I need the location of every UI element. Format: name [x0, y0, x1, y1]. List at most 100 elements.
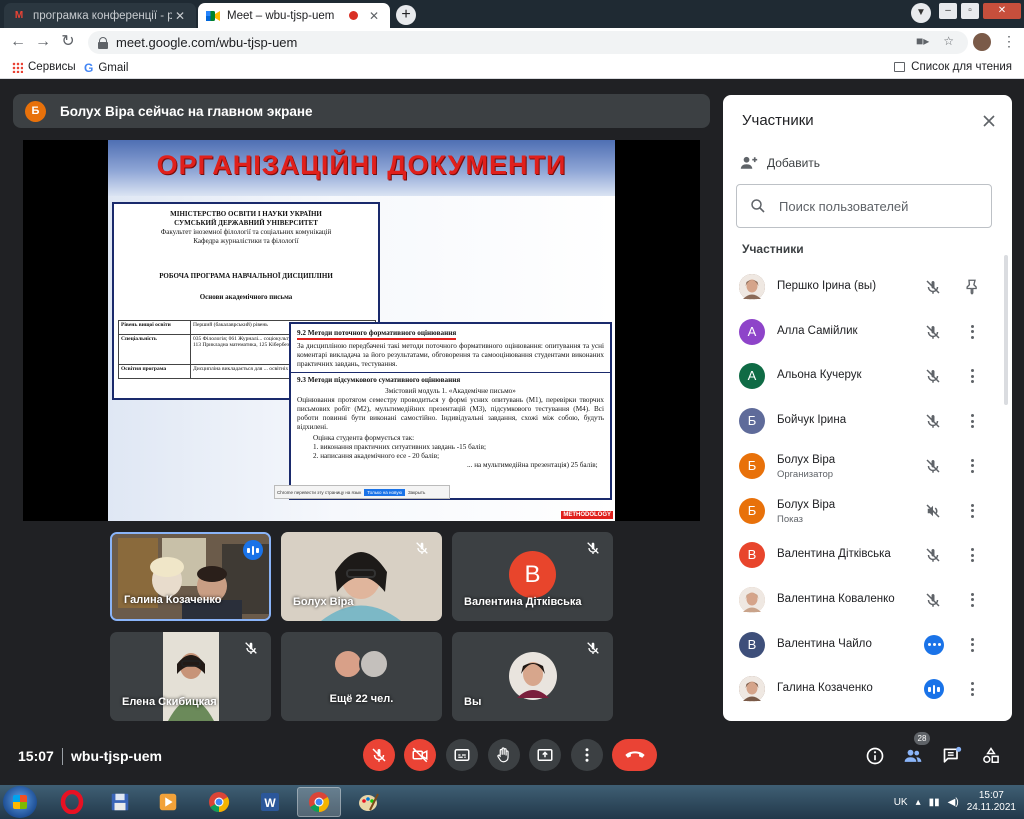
doc-ministry: МІНІСТЕРСТВО ОСВІТИ І НАУКИ УКРАЇНИ [170, 210, 322, 218]
participant-name: Болух Віра [777, 498, 836, 511]
more-options-button[interactable] [571, 739, 603, 771]
close-tab-icon[interactable]: ✕ [172, 9, 188, 23]
doc-heading: 9.2 Методи поточного формативного оцінюв… [297, 329, 457, 340]
participants-button[interactable] [902, 745, 924, 767]
mic-off-icon[interactable] [924, 457, 942, 475]
tab-gmail[interactable]: M програмка конференції - pershk ✕ [4, 3, 196, 28]
participant-tile[interactable]: Болух Віра [281, 532, 442, 621]
more-vert-icon[interactable] [966, 545, 978, 565]
profile-avatar[interactable] [973, 33, 991, 51]
more-vert-icon[interactable] [966, 501, 978, 521]
avatar [739, 274, 765, 300]
leave-call-button[interactable] [612, 739, 657, 771]
participant-row[interactable]: А Альона Кучерук [723, 354, 1012, 398]
forward-icon[interactable]: → [34, 33, 52, 51]
back-icon[interactable]: ← [9, 33, 27, 51]
tab-meet[interactable]: Meet – wbu-tjsp-uem ✕ [198, 3, 390, 28]
meeting-details-button[interactable] [864, 745, 886, 767]
minimize-button[interactable]: – [939, 3, 957, 19]
browser-menu-icon[interactable]: ⋮ [1002, 33, 1016, 50]
tile-name: Вы [464, 696, 482, 708]
activities-button[interactable] [980, 745, 1002, 767]
more-vert-icon[interactable] [966, 322, 978, 342]
reload-icon[interactable]: ↻ [59, 33, 77, 51]
presenting-banner: Б Болух Віра сейчас на главном экране [13, 94, 710, 128]
more-vert-icon [585, 748, 589, 762]
participant-role: Показ [777, 513, 804, 525]
more-vert-icon[interactable] [966, 679, 978, 699]
url-text: meet.google.com/wbu-tjsp-uem [116, 35, 298, 50]
start-button[interactable] [3, 786, 37, 818]
reading-list-button[interactable]: Список для чтения [894, 61, 1012, 73]
bookmark-apps[interactable]: Сервисы [12, 61, 76, 73]
address-bar[interactable]: meet.google.com/wbu-tjsp-uem ■▸ ☆ [88, 31, 968, 54]
mic-off-icon[interactable] [924, 546, 942, 564]
more-participants-tile[interactable]: Ещё 22 чел. [281, 632, 442, 721]
more-vert-icon[interactable] [966, 456, 978, 476]
camera-indicator-icon[interactable]: ■▸ [916, 34, 929, 48]
media-player-icon[interactable] [146, 787, 190, 817]
participant-row[interactable]: В Валентина Чайло [723, 623, 1012, 667]
gmail-icon: M [14, 10, 24, 21]
more-vert-icon[interactable] [966, 635, 978, 655]
mic-off-icon[interactable] [924, 412, 942, 430]
bookmark-gmail[interactable]: G Gmail [84, 61, 128, 75]
participant-tile[interactable]: В Валентина Дітківська [452, 532, 613, 621]
new-tab-button[interactable]: + [396, 5, 416, 25]
more-vert-icon[interactable] [966, 590, 978, 610]
close-icon[interactable] [979, 111, 999, 131]
mic-toggle-button[interactable] [363, 739, 395, 771]
participant-count-badge: 28 [914, 732, 930, 745]
chat-button[interactable] [941, 745, 963, 767]
more-vert-icon[interactable] [966, 411, 978, 431]
participant-row[interactable]: В Валентина Дітківська [723, 533, 1012, 577]
captions-button[interactable] [446, 739, 478, 771]
chevron-up-icon[interactable]: ▴ [916, 797, 921, 808]
mic-off-icon[interactable] [924, 367, 942, 385]
close-tab-icon[interactable]: ✕ [366, 9, 382, 23]
shared-screen: ОРГАНІЗАЦІЙНІ ДОКУМЕНТИ МІНІСТЕРСТВО ОСВ… [23, 140, 700, 521]
participant-tile[interactable]: Елена Скибицкая [110, 632, 271, 721]
raise-hand-button[interactable] [488, 739, 520, 771]
bookmarks-bar: Сервисы G Gmail Список для чтения [0, 57, 1024, 79]
maximize-button[interactable]: ▫ [961, 3, 979, 19]
mic-off-icon[interactable] [924, 323, 942, 341]
bookmark-label: Сервисы [28, 61, 76, 73]
chrome-active-icon[interactable] [297, 787, 341, 817]
participant-row[interactable]: Б Болух Віра Организатор [723, 444, 1012, 488]
participant-tile-self[interactable]: Вы [452, 632, 613, 721]
chrome-icon[interactable] [197, 787, 241, 817]
doc-paragraph: За дисципліною передбачені такі методи п… [297, 342, 604, 368]
present-now-button[interactable] [529, 739, 561, 771]
participant-row[interactable]: Б Болух Віра Показ [723, 489, 1012, 533]
participant-row[interactable]: Б Бойчук Ірина [723, 399, 1012, 443]
paint-icon[interactable] [346, 787, 390, 817]
more-vert-icon[interactable] [966, 366, 978, 386]
bookmark-star-icon[interactable]: ☆ [943, 34, 954, 48]
participant-tile[interactable]: Галина Козаченко [110, 532, 271, 621]
add-people-button[interactable]: Добавить [739, 154, 820, 172]
save-icon[interactable] [98, 787, 142, 817]
tile-name: Ещё 22 чел. [329, 693, 394, 705]
mic-off-icon[interactable] [924, 278, 942, 296]
network-icon[interactable]: ▮▮ [929, 797, 940, 808]
participant-row[interactable]: А Алла Самійлик [723, 310, 1012, 354]
pin-icon[interactable] [966, 277, 978, 297]
mic-off-icon[interactable] [924, 591, 942, 609]
word-icon[interactable]: W [248, 787, 292, 817]
volume-icon[interactable]: ◀) [948, 797, 959, 808]
camera-toggle-button[interactable] [404, 739, 436, 771]
language-indicator[interactable]: UK [894, 797, 908, 808]
search-input[interactable] [779, 198, 969, 214]
tab-search-icon[interactable]: ▼ [911, 3, 931, 23]
search-field[interactable] [736, 184, 992, 228]
close-window-button[interactable]: ✕ [983, 3, 1021, 19]
apps-grid-icon [12, 61, 23, 73]
opera-icon[interactable] [50, 787, 94, 817]
doc-line: 1. виконання практичних ситуативних завд… [313, 443, 487, 451]
participant-row[interactable]: Валентина Коваленко [723, 578, 1012, 622]
system-clock[interactable]: 15:07 24.11.2021 [967, 790, 1016, 814]
participant-row[interactable]: Галина Козаченко [723, 667, 1012, 711]
presentation-audio-off-icon[interactable] [924, 502, 942, 520]
participant-row[interactable]: Першко Ірина (вы) [723, 265, 1012, 309]
